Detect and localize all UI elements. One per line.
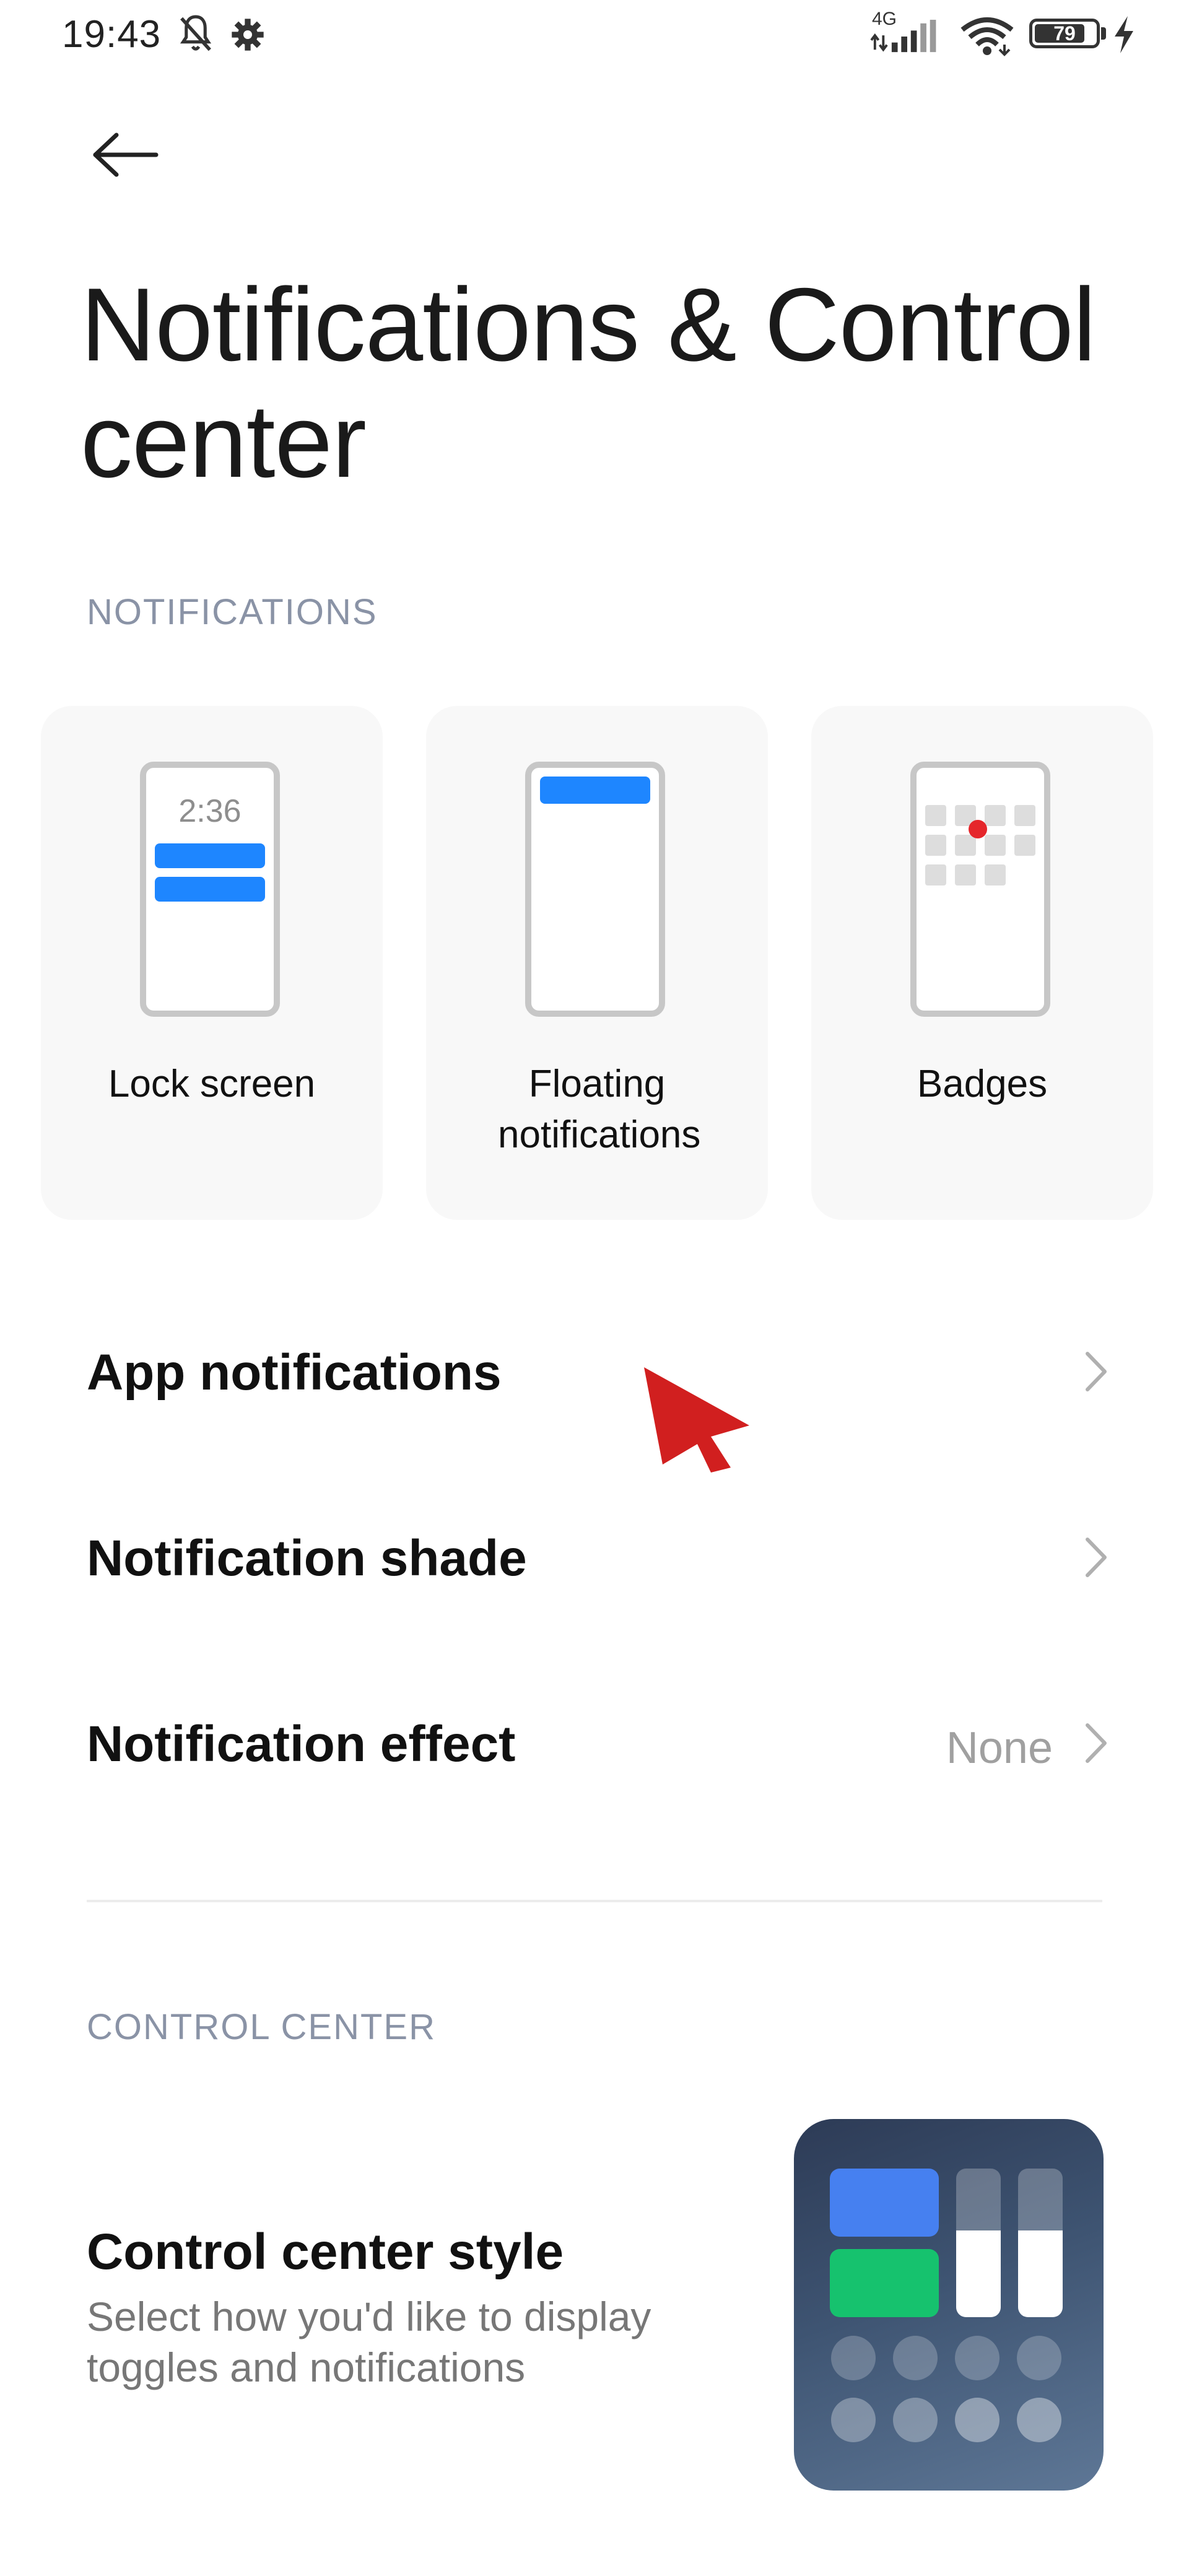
notification-effect-row[interactable]: Notification effect None (0, 1666, 1189, 1814)
toggle-dot-preview (1017, 2398, 1061, 2442)
chevron-right-icon (1086, 1352, 1107, 1391)
control-center-style-subtitle: Select how you'd like to display toggles… (87, 2294, 651, 2390)
notification-style-cards: 2:36 Lock screen Floating notifications (41, 706, 1189, 1220)
notification-effect-label: Notification effect (87, 1716, 516, 1772)
lock-screen-phone-illustration: 2:36 (140, 762, 280, 1017)
bell-off-icon (180, 15, 212, 51)
page-title: Notifications & Control center (81, 266, 1096, 499)
notification-bar-preview (155, 877, 265, 902)
app-notifications-label: App notifications (87, 1344, 502, 1401)
notifications-section-header: NOTIFICATIONS (87, 592, 378, 632)
signal-icon (870, 19, 936, 53)
toggle-dot-preview (893, 2336, 938, 2380)
floating-notifications-card[interactable]: Floating notifications (426, 706, 768, 1220)
tile-preview (830, 2169, 939, 2237)
chevron-right-icon (1086, 1723, 1107, 1763)
notification-shade-row[interactable]: Notification shade (0, 1480, 1189, 1629)
status-bar: 19:43 4G 79 (0, 0, 1189, 68)
floating-notifications-phone-illustration (525, 762, 665, 1017)
notification-shade-label: Notification shade (87, 1530, 527, 1586)
notification-effect-value: None (946, 1723, 1053, 1773)
lock-screen-label: Lock screen (108, 1063, 316, 1105)
notification-bar-preview (540, 777, 650, 804)
battery-cap (1101, 27, 1106, 40)
slider-preview (1018, 2169, 1063, 2317)
badges-phone-illustration (910, 762, 1050, 1017)
notification-bar-preview (155, 843, 265, 868)
control-center-style-row[interactable]: Control center style Select how you'd li… (0, 2105, 1189, 2502)
charging-icon (1115, 16, 1133, 53)
badge-dot-icon (969, 820, 987, 838)
toggle-dot-preview (1017, 2336, 1061, 2380)
arrow-left-icon (93, 133, 159, 177)
app-notifications-row[interactable]: App notifications (0, 1294, 1189, 1443)
badges-label: Badges (917, 1063, 1048, 1105)
control-center-preview-image (794, 2119, 1104, 2491)
tile-preview (830, 2249, 939, 2317)
toggle-dot-preview (831, 2336, 876, 2380)
toggle-dot-preview (831, 2398, 876, 2442)
pointer-cursor-icon (644, 1367, 749, 1473)
battery-icon: 79 (1029, 19, 1100, 48)
section-divider (87, 1900, 1102, 1902)
control-center-section-header: CONTROL CENTER (87, 2007, 436, 2047)
back-button[interactable] (81, 118, 167, 192)
wifi-icon (960, 17, 1014, 56)
badges-card[interactable]: Badges (811, 706, 1153, 1220)
chevron-right-icon (1086, 1538, 1107, 1577)
lock-screen-card[interactable]: 2:36 Lock screen (41, 706, 383, 1220)
lock-screen-preview-time: 2:36 (178, 793, 242, 829)
status-time: 19:43 (62, 13, 162, 56)
toggle-dot-preview (955, 2336, 1000, 2380)
battery-percent: 79 (1053, 22, 1076, 45)
toggle-dot-preview (893, 2398, 938, 2442)
floating-notifications-label: Floating notifications (498, 1063, 701, 1156)
toggle-dot-preview (955, 2398, 1000, 2442)
slider-preview (956, 2169, 1001, 2317)
gear-icon (232, 19, 264, 51)
app-grid-preview (925, 805, 1043, 898)
control-center-style-title: Control center style (87, 2224, 564, 2280)
